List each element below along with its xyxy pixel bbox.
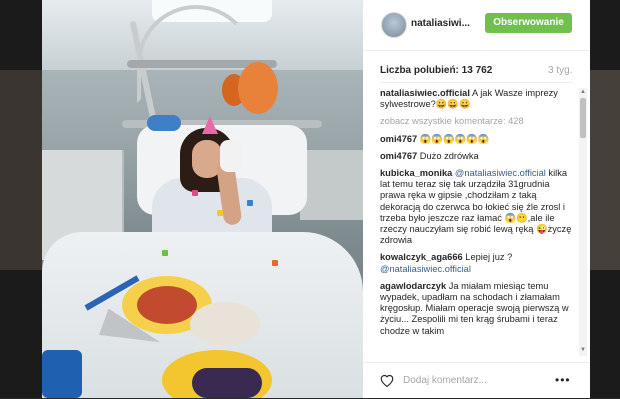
scroll-down-arrow-icon[interactable]: ▼ [579,346,587,354]
post-sidebar: natalia­siwi... Obserwowanie Liczba polu… [363,0,590,398]
heart-icon[interactable] [379,373,395,387]
comment-username[interactable]: kowalczyk_aga666 [380,252,463,262]
comment-item: nataliasiwiec.official A jak Wasze impre… [380,88,573,110]
more-options-icon[interactable]: ••• [555,373,571,387]
view-all-comments-link[interactable]: zobacz wszystkie komentarze: 428 [380,116,573,127]
follow-button[interactable]: Obserwowanie [485,13,572,33]
comment-username[interactable]: omi4767 [380,134,417,144]
comment-item: omi4767 😱😱😱😱😱😱 [380,134,573,145]
post-time[interactable]: 3 tyg. [548,65,572,76]
comment-text: 😱😱😱😱😱😱 [417,133,490,144]
comment-item: kubicka_monika @nataliasiwiec.official k… [380,168,573,246]
comment-mention[interactable]: @nataliasiwiec.official [380,264,471,274]
comment-text: kilka lat temu teraz się tak urządziła 3… [380,168,572,246]
comment-text: Lepiej juz ? [462,252,513,263]
comment-footer: Dodaj komentarz... ••• [363,362,590,399]
comment-username[interactable]: agawlodarczyk [380,281,446,291]
comment-mention[interactable]: @nataliasiwiec.official [452,168,546,178]
comment-item: kowalczyk_aga666 Lepiej juz ? @nataliasi… [380,252,573,274]
divider [380,82,573,83]
post-header: natalia­siwi... Obserwowanie [363,0,590,51]
comment-username[interactable]: kubicka_monika [380,168,452,178]
add-comment-input[interactable]: Dodaj komentarz... [403,375,487,386]
avatar[interactable] [381,12,407,38]
comment-username[interactable]: nataliasiwiec.official [380,88,470,98]
comment-item: agawlodarczyk Ja miałam miesiąc temu wyp… [380,281,573,337]
likes-count[interactable]: Liczba polubień: 13 762 [380,65,492,76]
scrollbar-thumb[interactable] [580,98,586,138]
comment-item: omi4767 Dużo zdrówka [380,151,573,162]
scroll-up-arrow-icon[interactable]: ▲ [579,88,587,96]
background-photo-left [0,70,42,270]
comment-text: Dużo zdrówka [417,150,479,161]
background-photo-right [590,70,620,270]
comment-username[interactable]: omi4767 [380,151,417,161]
post-username[interactable]: natalia­siwi... [411,18,470,29]
comments-list: nataliasiwiec.official A jak Wasze impre… [380,88,573,360]
post-photo[interactable] [42,0,363,398]
